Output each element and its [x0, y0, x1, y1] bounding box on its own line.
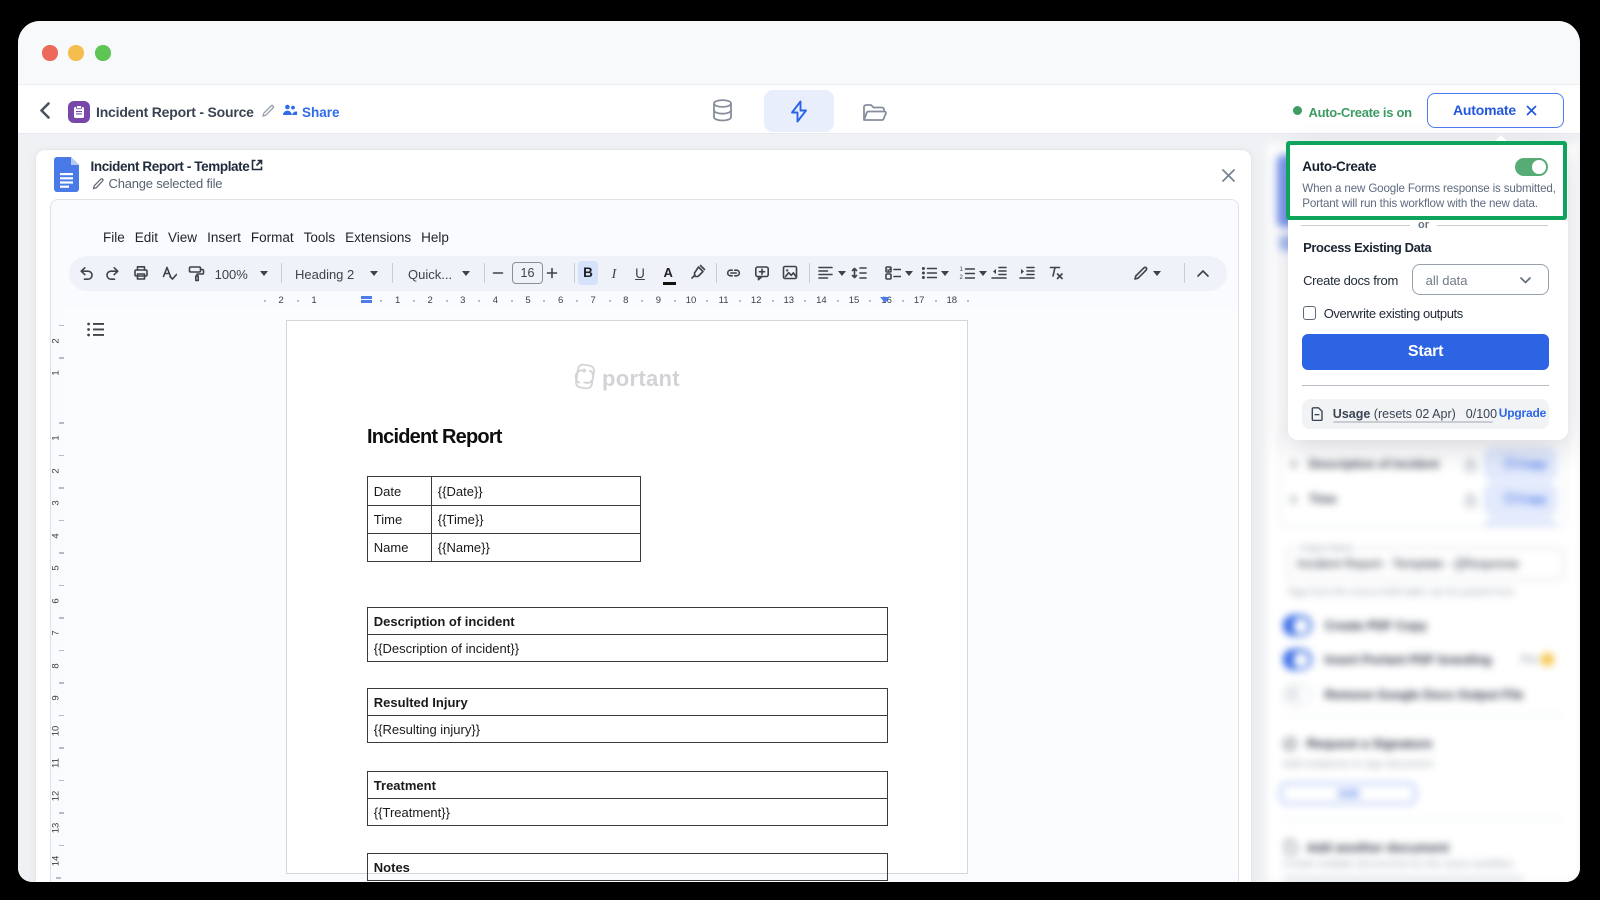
svg-text:2: 2 [959, 275, 963, 280]
svg-text:1: 1 [959, 267, 963, 273]
